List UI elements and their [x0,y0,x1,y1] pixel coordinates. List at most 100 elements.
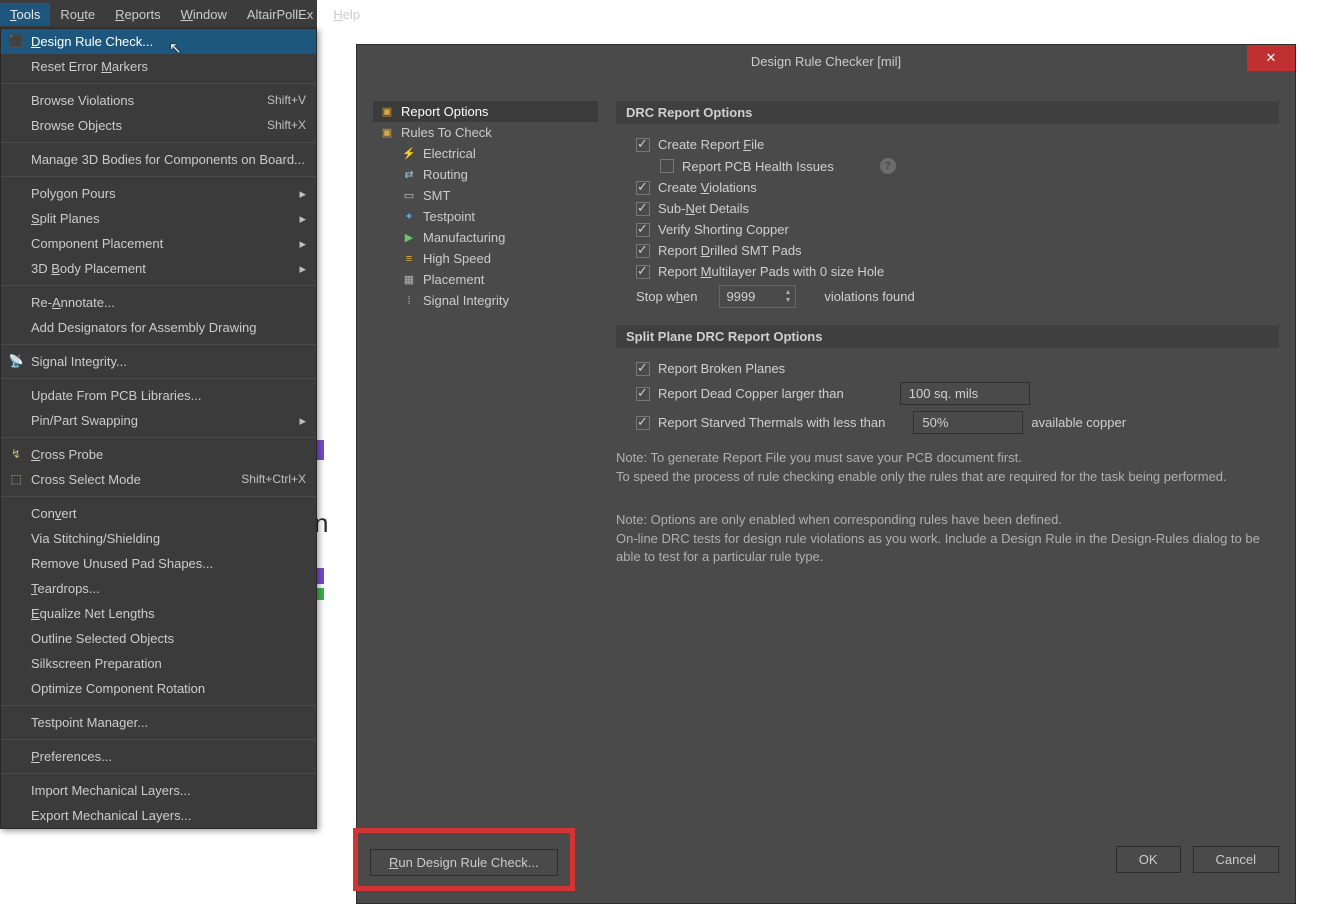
menu-item[interactable]: Export Mechanical Layers... [1,803,316,828]
tree-item-signal-integrity[interactable]: ⁞Signal Integrity [395,290,598,311]
checkbox[interactable] [636,416,650,430]
menu-item[interactable]: Teardrops... [1,576,316,601]
tree-item-high-speed[interactable]: ≡High Speed [395,248,598,269]
opt-sub-net[interactable]: Sub-Net Details [616,198,1279,219]
tree-item-routing[interactable]: ⇄Routing [395,164,598,185]
checkbox[interactable] [636,223,650,237]
drc-dialog: Design Rule Checker [mil] ✕ ▣ Report Opt… [356,44,1296,904]
menu-reports[interactable]: Reports [105,3,171,26]
opt-report-pcb-health[interactable]: Report PCB Health Issues ? [616,155,1279,177]
menu-item[interactable]: 3D Body Placement▸ [1,256,316,281]
right-pane: DRC Report Options Create Report File Re… [616,101,1279,843]
tree-item-placement[interactable]: ▦Placement [395,269,598,290]
menu-item[interactable]: Convert [1,501,316,526]
ok-button[interactable]: OK [1116,846,1181,873]
checkbox[interactable] [636,244,650,258]
menu-route[interactable]: Route [50,3,105,26]
menu-item-label: Import Mechanical Layers... [31,782,191,799]
checkbox[interactable] [636,387,650,401]
menu-item[interactable]: Outline Selected Objects [1,626,316,651]
menu-item-label: Component Placement [31,235,163,252]
menu-separator [1,285,316,286]
close-button[interactable]: ✕ [1247,45,1295,71]
tree-item-electrical[interactable]: ⚡Electrical [395,143,598,164]
checkbox[interactable] [636,362,650,376]
opt-verify-shorting[interactable]: Verify Shorting Copper [616,219,1279,240]
menu-item[interactable]: Testpoint Manager... [1,710,316,735]
cancel-button[interactable]: Cancel [1193,846,1279,873]
menu-item[interactable]: Via Stitching/Shielding [1,526,316,551]
menu-item[interactable]: Component Placement▸ [1,231,316,256]
bg-fragment [316,588,324,600]
opt-create-report-file[interactable]: Create Report File [616,134,1279,155]
menu-item[interactable]: Browse ObjectsShift+X [1,113,316,138]
checkbox[interactable] [636,202,650,216]
menu-help[interactable]: Help [323,3,370,26]
menu-item[interactable]: Browse ViolationsShift+V [1,88,316,113]
dialog-titlebar: Design Rule Checker [mil] ✕ [357,45,1295,77]
tree-label: Routing [423,167,468,182]
opt-label: Report Starved Thermals with less than [658,415,885,430]
menu-separator [1,739,316,740]
opt-report-dead[interactable]: Report Dead Copper larger than [616,379,1279,408]
menu-item-label: Remove Unused Pad Shapes... [31,555,213,572]
menu-item[interactable]: Pin/Part Swapping▸ [1,408,316,433]
menu-item[interactable]: Preferences... [1,744,316,769]
tree-report-options[interactable]: ▣ Report Options [373,101,598,122]
tree-label: Report Options [401,104,488,119]
menu-item[interactable]: Optimize Component Rotation [1,676,316,701]
opt-create-violations[interactable]: Create Violations [616,177,1279,198]
menu-item[interactable]: Update From PCB Libraries... [1,383,316,408]
menu-item[interactable]: Silkscreen Preparation [1,651,316,676]
menu-item-label: Re-Annotate... [31,294,115,311]
menu-item-label: Cross Select Mode [31,471,141,488]
violations-input[interactable] [720,286,780,307]
opt-label: Create Report File [658,137,764,152]
tree-item-smt[interactable]: ▭ SMT [395,185,598,206]
menu-item[interactable]: ⬚Cross Select ModeShift+Ctrl+X [1,467,316,492]
tree-item-manufacturing[interactable]: ▶Manufacturing [395,227,598,248]
chevron-up-icon[interactable]: ▲ [780,289,795,297]
starved-input[interactable] [913,411,1023,434]
run-drc-button[interactable]: Run Design Rule Check... [370,849,558,876]
tree-rules-to-check[interactable]: ▣ Rules To Check [373,122,598,143]
menu-item[interactable]: Manage 3D Bodies for Components on Board… [1,147,316,172]
opt-report-multilayer[interactable]: Report Multilayer Pads with 0 size Hole [616,261,1279,282]
menu-window[interactable]: Window [171,3,237,26]
menu-item[interactable]: Import Mechanical Layers... [1,778,316,803]
menu-tools[interactable]: Tools [0,3,50,26]
chevron-down-icon[interactable]: ▼ [780,297,795,305]
opt-report-starved[interactable]: Report Starved Thermals with less than a… [616,408,1279,437]
tree-icon: ▭ [401,189,417,202]
chevron-right-icon: ▸ [299,185,306,202]
menu-item[interactable]: Equalize Net Lengths [1,601,316,626]
menu-item[interactable]: Re-Annotate... [1,290,316,315]
dialog-footer: Run Design Rule Check... OK Cancel [357,828,1279,891]
menu-separator [1,344,316,345]
help-icon[interactable]: ? [880,158,896,174]
opt-label: Verify Shorting Copper [658,222,789,237]
checkbox[interactable] [636,181,650,195]
tree-item-testpoint[interactable]: ✦Testpoint [395,206,598,227]
violations-spinner[interactable]: ▲▼ [719,285,796,308]
menu-item[interactable]: ↯Cross Probe [1,442,316,467]
menu-item-label: Split Planes [31,210,100,227]
checkbox[interactable] [636,265,650,279]
menu-item[interactable]: Add Designators for Assembly Drawing [1,315,316,340]
close-icon: ✕ [1266,50,1277,66]
dead-copper-input[interactable] [900,382,1030,405]
menu-altairpollex[interactable]: AltairPollEx [237,3,323,26]
menu-item[interactable]: Split Planes▸ [1,206,316,231]
menu-item[interactable]: 📡Signal Integrity... [1,349,316,374]
menu-item-label: Equalize Net Lengths [31,605,155,622]
menu-item[interactable]: Polygon Pours▸ [1,181,316,206]
menu-item[interactable]: Remove Unused Pad Shapes... [1,551,316,576]
opt-report-broken[interactable]: Report Broken Planes [616,358,1279,379]
checkbox[interactable] [636,138,650,152]
opt-report-drilled[interactable]: Report Drilled SMT Pads [616,240,1279,261]
checkbox[interactable] [660,159,674,173]
tree-label: SMT [423,188,450,203]
menu-item[interactable]: Reset Error Markers [1,54,316,79]
menu-item[interactable]: ⬛Design Rule Check... [1,29,316,54]
spinner-buttons[interactable]: ▲▼ [780,289,795,305]
